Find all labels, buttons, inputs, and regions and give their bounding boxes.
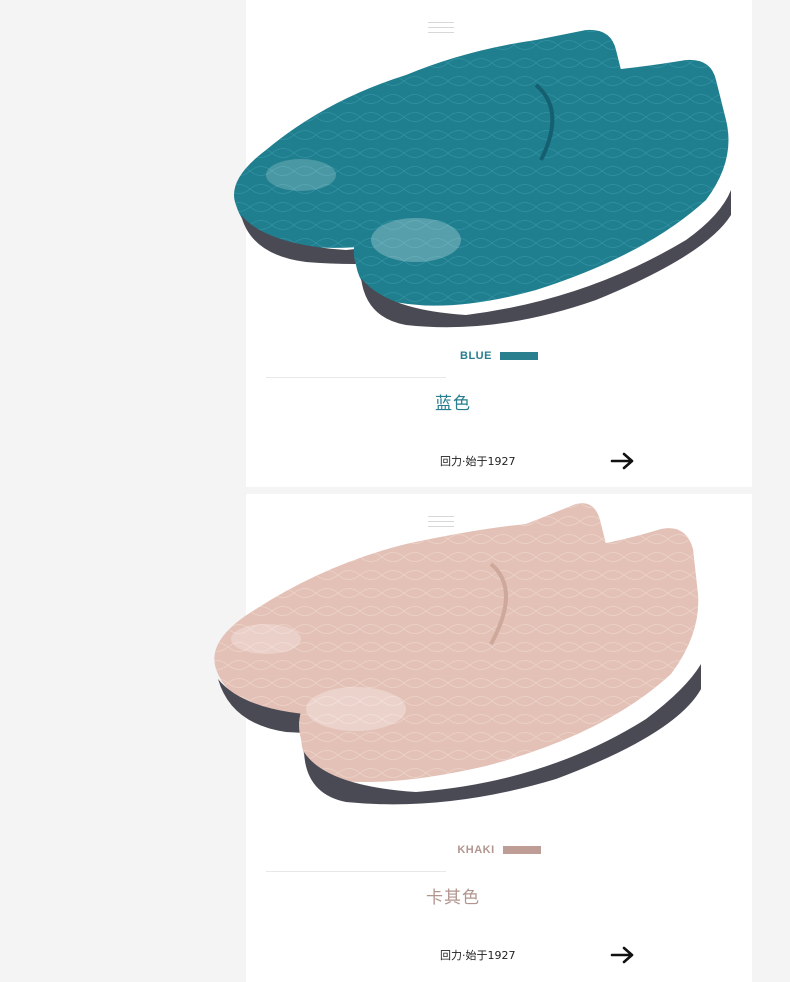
arrow-right-icon[interactable] (610, 451, 636, 471)
color-indicator: KHAKI (246, 844, 752, 856)
color-swatch (499, 352, 538, 360)
color-label-en: KHAKI (457, 844, 495, 856)
product-card-blue: BLUE 蓝色 回力·始于1927 (234, 0, 752, 487)
blue-shoe-image (234, 29, 731, 328)
color-indicator: BLUE (246, 350, 752, 362)
khaki-shoe-image (214, 503, 701, 805)
color-name-cn: 卡其色 (426, 888, 480, 908)
brand-text: 回力·始于1927 (440, 949, 516, 962)
color-label-en: BLUE (460, 350, 492, 362)
brand-text: 回力·始于1927 (440, 455, 516, 468)
arrow-right-icon[interactable] (610, 945, 636, 965)
color-name-cn: 蓝色 (435, 394, 471, 414)
divider (266, 377, 446, 378)
divider (266, 871, 446, 872)
color-swatch (502, 846, 541, 854)
product-card-khaki: KHAKI 卡其色 回力·始于1927 (214, 494, 752, 982)
